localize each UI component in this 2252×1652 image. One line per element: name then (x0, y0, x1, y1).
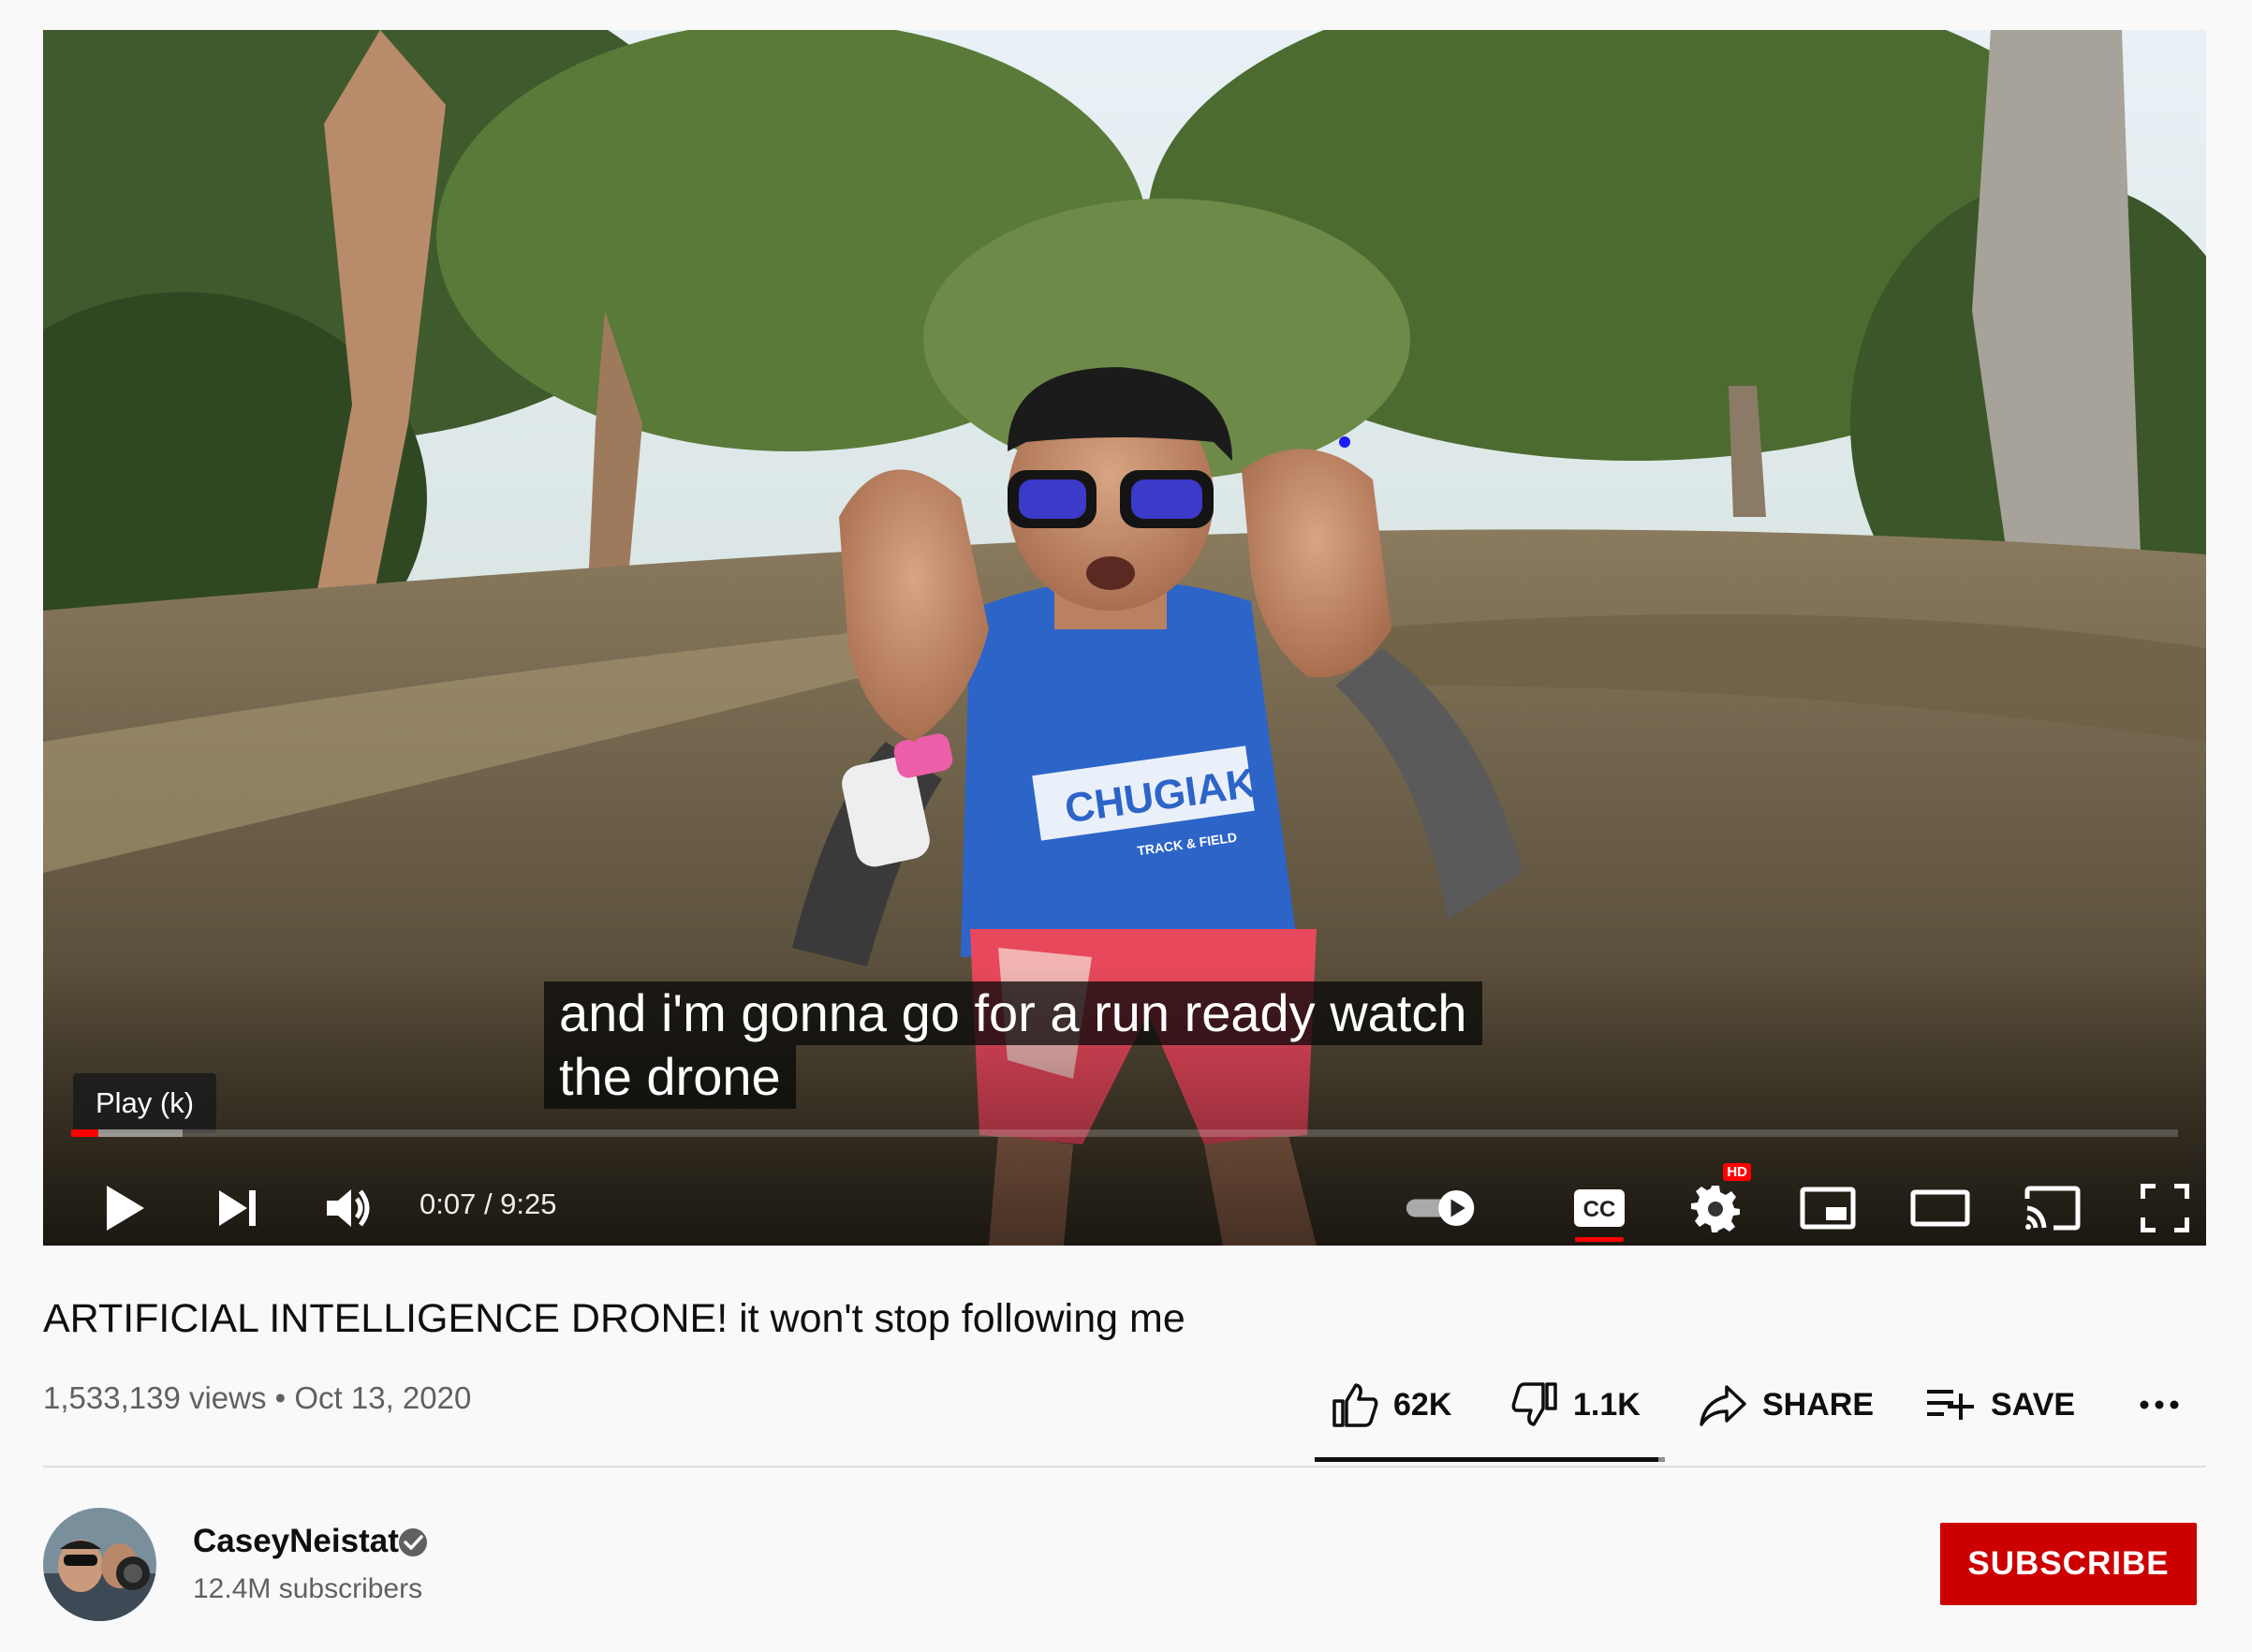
save-label: SAVE (1991, 1386, 2076, 1423)
progress-bar[interactable] (71, 1129, 2178, 1137)
caption-line-2: the drone (544, 1045, 796, 1109)
sentiment-bar (1315, 1457, 1665, 1462)
next-icon (219, 1190, 256, 1226)
dislike-button[interactable]: 1.1K (1511, 1377, 1641, 1433)
fullscreen-icon (2141, 1184, 2189, 1232)
avatar-image (43, 1508, 156, 1621)
svg-text:CC: CC (1583, 1197, 1616, 1222)
subscribe-button[interactable]: SUBSCRIBE (1940, 1523, 2197, 1605)
video-meta: 1,533,139 views • Oct 13, 2020 (43, 1380, 472, 1415)
verified-badge-icon (399, 1528, 427, 1556)
add-to-playlist-icon (1927, 1390, 1974, 1420)
share-label: SHARE (1762, 1386, 1875, 1423)
theater-icon (1910, 1189, 1970, 1227)
like-count: 62K (1393, 1386, 1452, 1423)
like-button[interactable]: 62K (1332, 1377, 1451, 1433)
divider (43, 1466, 2206, 1468)
save-button[interactable]: SAVE (1925, 1377, 2075, 1433)
autoplay-toggle-icon (1406, 1189, 1475, 1227)
cc-active-indicator (1575, 1237, 1624, 1242)
hd-badge: HD (1723, 1163, 1751, 1181)
time-display: 0:07 / 9:25 (419, 1187, 557, 1220)
video-title: ARTIFICIAL INTELLIGENCE DRONE! it won't … (43, 1296, 1185, 1341)
play-button[interactable] (88, 1171, 163, 1246)
thumbs-up-icon (1332, 1383, 1378, 1427)
dislike-count: 1.1K (1573, 1386, 1641, 1423)
more-actions-button[interactable] (2139, 1377, 2180, 1433)
cast-icon (2024, 1186, 2081, 1231)
play-icon (107, 1186, 144, 1231)
caption-line-1: and i'm gonna go for a run ready watch (544, 981, 1482, 1045)
channel-name[interactable]: CaseyNeistat (193, 1523, 399, 1560)
thumbs-down-icon (1511, 1382, 1557, 1426)
cc-button[interactable]: CC (1562, 1171, 1637, 1246)
cc-icon: CC (1574, 1189, 1625, 1227)
autoplay-toggle[interactable] (1405, 1171, 1479, 1246)
miniplayer-button[interactable] (1790, 1171, 1865, 1246)
volume-icon (327, 1189, 370, 1227)
share-icon (1700, 1385, 1746, 1426)
theater-mode-button[interactable] (1903, 1171, 1978, 1246)
settings-button[interactable]: HD (1678, 1163, 1753, 1246)
more-horiz-icon (2140, 1400, 2179, 1409)
channel-avatar[interactable] (43, 1508, 156, 1621)
subscriber-count: 12.4M subscribers (193, 1573, 423, 1604)
settings-icon (1691, 1186, 1740, 1232)
cast-button[interactable] (2015, 1171, 2090, 1246)
video-player[interactable]: CHUGIAK TRACK & FIELD and i'm gonna go f… (43, 30, 2206, 1246)
volume-button[interactable] (313, 1171, 388, 1246)
miniplayer-icon (1800, 1187, 1856, 1230)
fullscreen-button[interactable] (2127, 1171, 2202, 1246)
play-tooltip: Play (k) (73, 1073, 217, 1133)
caption-window: and i'm gonna go for a run ready watch t… (544, 981, 1482, 1109)
next-button[interactable] (200, 1171, 275, 1246)
progress-played (71, 1129, 99, 1137)
share-button[interactable]: SHARE (1699, 1377, 1874, 1433)
sentiment-like-fill (1315, 1457, 1658, 1462)
